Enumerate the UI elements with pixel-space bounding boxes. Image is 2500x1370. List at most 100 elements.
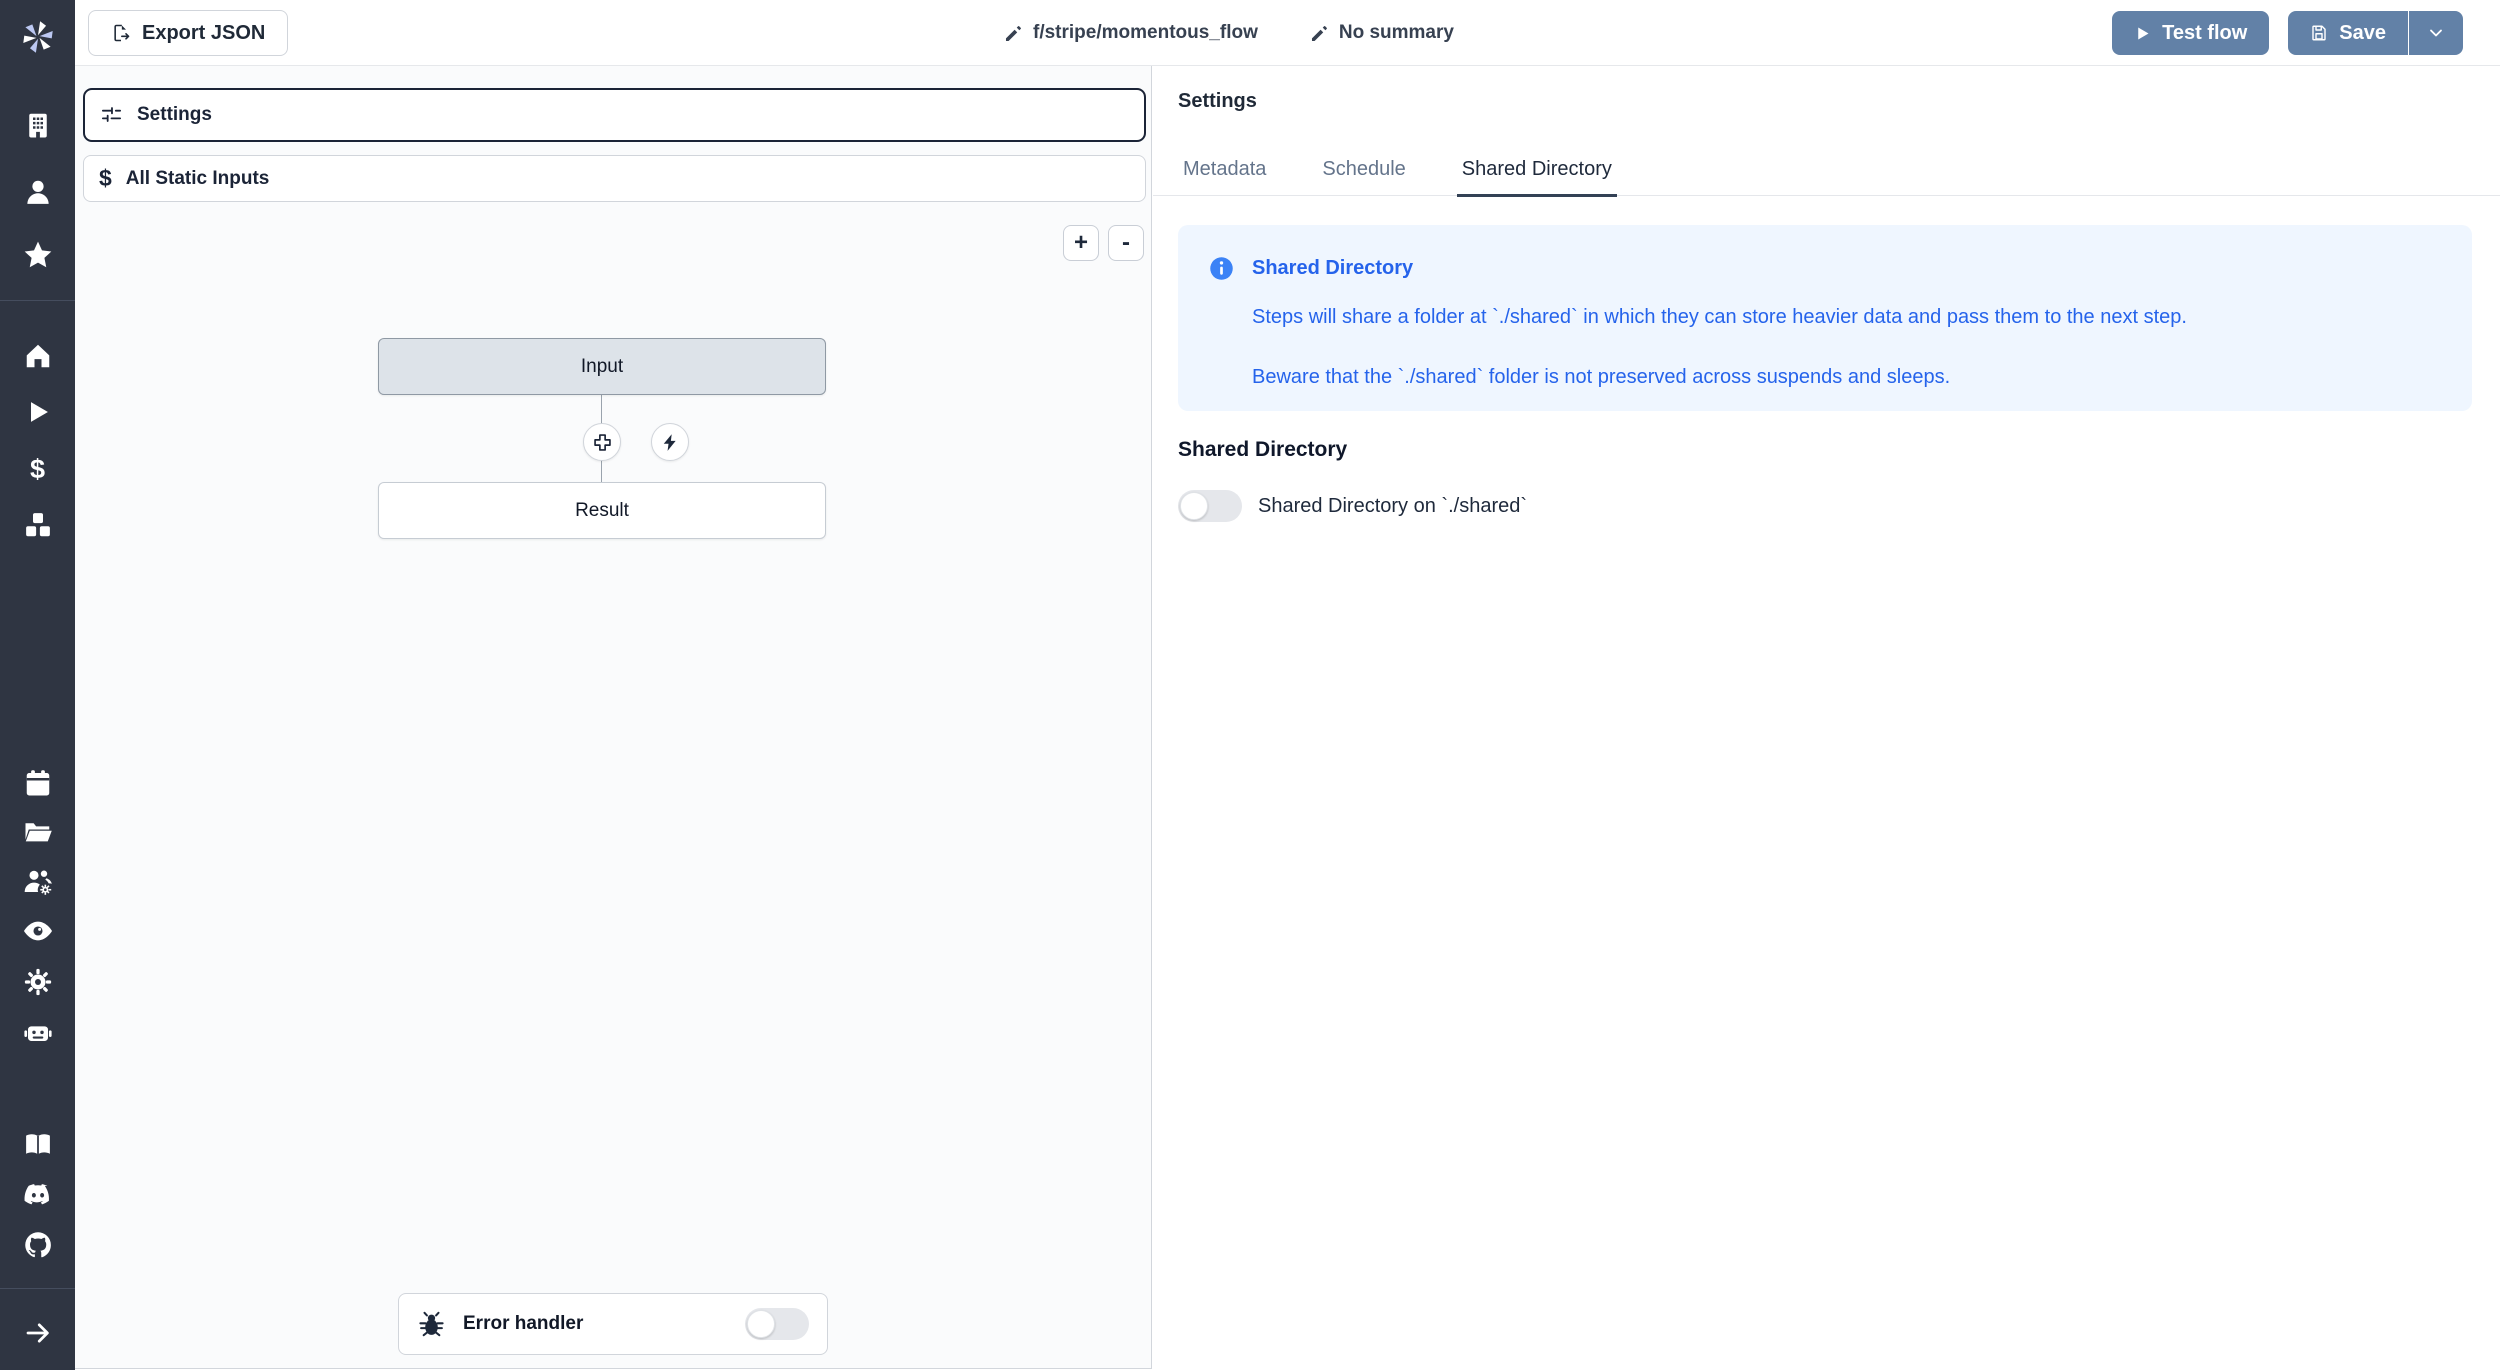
toggle-knob [1180, 492, 1208, 520]
users-gear-icon [22, 866, 54, 898]
windmill-logo[interactable] [0, 17, 75, 57]
tab-schedule[interactable]: Schedule [1317, 158, 1410, 195]
flow-path: f/stripe/momentous_flow [1033, 22, 1258, 44]
save-dropdown-button[interactable] [2409, 11, 2463, 55]
robot-icon [22, 1017, 54, 1049]
flow-settings-card[interactable]: Settings [83, 88, 1146, 142]
all-static-inputs-card[interactable]: $ All Static Inputs [83, 155, 1146, 202]
building-icon [23, 110, 53, 140]
discord-icon [23, 1179, 53, 1209]
export-json-label: Export JSON [142, 22, 265, 45]
book-icon [23, 1130, 53, 1160]
all-static-inputs-label: All Static Inputs [126, 168, 270, 190]
sidebar-item-workspace[interactable] [0, 105, 75, 145]
test-flow-label: Test flow [2162, 22, 2247, 45]
result-node[interactable]: Result [378, 482, 826, 539]
eye-icon [22, 915, 54, 947]
user-icon [23, 177, 53, 207]
sidebar-item-github[interactable] [0, 1225, 75, 1265]
flow-summary-edit[interactable]: No summary [1310, 22, 1454, 44]
star-icon [22, 239, 54, 271]
sidebar-item-schedules[interactable] [0, 763, 75, 803]
bug-icon [417, 1310, 446, 1339]
info-icon [1208, 255, 1235, 282]
dollar-icon: $ [99, 165, 112, 192]
sidebar: $ [0, 0, 75, 1370]
plus-icon [592, 432, 613, 453]
sidebar-item-settings[interactable] [0, 962, 75, 1002]
play-icon [24, 398, 52, 426]
topbar-actions: Test flow Save [2112, 11, 2463, 55]
sidebar-item-favorites[interactable] [0, 235, 75, 275]
shared-directory-toggle-row: Shared Directory on `./shared` [1178, 490, 1527, 522]
tab-metadata[interactable]: Metadata [1178, 158, 1271, 195]
save-split-button: Save [2288, 11, 2463, 55]
sidebar-item-home[interactable] [0, 336, 75, 376]
shared-directory-info-box: Shared Directory Steps will share a fold… [1178, 225, 2472, 411]
gear-icon [23, 967, 53, 997]
sidebar-item-docs[interactable] [0, 1125, 75, 1165]
play-icon [2134, 25, 2151, 42]
arrow-right-icon [23, 1318, 53, 1348]
flow-canvas[interactable]: Settings $ All Static Inputs + - Input R… [75, 66, 1152, 1369]
toggle-knob [747, 1310, 775, 1338]
sidebar-item-audit[interactable] [0, 911, 75, 951]
sidebar-item-groups[interactable] [0, 862, 75, 902]
info-line2: Beware that the `./shared` folder is not… [1252, 366, 1950, 389]
boxes-icon [23, 510, 53, 540]
sidebar-divider [0, 300, 75, 301]
home-icon [23, 341, 53, 371]
pencil-icon [1004, 24, 1023, 43]
add-step-button[interactable] [583, 423, 621, 461]
chevron-down-icon [2426, 23, 2446, 43]
info-title: Shared Directory [1252, 257, 1413, 280]
save-label: Save [2339, 22, 2386, 45]
breadcrumb: f/stripe/momentous_flow No summary [1004, 0, 1454, 66]
calendar-icon [23, 768, 53, 798]
zoom-out-glyph: - [1122, 231, 1130, 255]
export-json-button[interactable]: Export JSON [88, 10, 288, 56]
input-node-label: Input [581, 356, 623, 378]
error-handler-label: Error handler [463, 1313, 583, 1335]
add-trigger-button[interactable] [651, 423, 689, 461]
topbar: Export JSON f/stripe/momentous_flow No s… [75, 0, 2500, 66]
windmill-logo-icon [17, 16, 59, 58]
bolt-icon [661, 433, 680, 452]
error-handler-bar[interactable]: Error handler [398, 1293, 828, 1355]
input-node[interactable]: Input [378, 338, 826, 395]
sidebar-item-resources[interactable] [0, 505, 75, 545]
sidebar-item-variables[interactable]: $ [0, 449, 75, 489]
error-handler-toggle[interactable] [745, 1308, 809, 1340]
info-line1: Steps will share a folder at `./shared` … [1252, 306, 2187, 329]
shared-directory-section-title: Shared Directory [1178, 438, 1347, 462]
result-node-label: Result [575, 500, 629, 522]
panel-title: Settings [1178, 90, 1257, 113]
shared-directory-toggle[interactable] [1178, 490, 1242, 522]
github-icon [23, 1230, 53, 1260]
save-icon [2310, 24, 2328, 42]
sliders-icon [100, 104, 123, 127]
flow-path-edit[interactable]: f/stripe/momentous_flow [1004, 22, 1258, 44]
sidebar-divider [0, 1288, 75, 1289]
sidebar-item-runs[interactable] [0, 392, 75, 432]
shared-directory-toggle-label: Shared Directory on `./shared` [1258, 495, 1527, 518]
folder-open-icon [23, 817, 53, 847]
sidebar-item-user[interactable] [0, 172, 75, 212]
dollar-icon: $ [30, 454, 45, 485]
flow-summary: No summary [1339, 22, 1454, 44]
zoom-out-button[interactable]: - [1108, 225, 1144, 261]
sidebar-item-workers[interactable] [0, 1013, 75, 1053]
flow-settings-label: Settings [137, 104, 212, 126]
zoom-in-glyph: + [1074, 231, 1088, 255]
tab-shared-directory[interactable]: Shared Directory [1457, 158, 1617, 197]
test-flow-button[interactable]: Test flow [2112, 11, 2269, 55]
sidebar-item-folders[interactable] [0, 812, 75, 852]
sidebar-item-discord[interactable] [0, 1174, 75, 1214]
sidebar-expand-button[interactable] [0, 1313, 75, 1353]
zoom-in-button[interactable]: + [1063, 225, 1099, 261]
settings-panel: Settings Metadata Schedule Shared Direct… [1153, 66, 2500, 1370]
settings-tabs: Metadata Schedule Shared Directory [1153, 158, 2500, 196]
save-button[interactable]: Save [2288, 11, 2408, 55]
file-export-icon [111, 23, 131, 43]
pencil-icon [1310, 24, 1329, 43]
